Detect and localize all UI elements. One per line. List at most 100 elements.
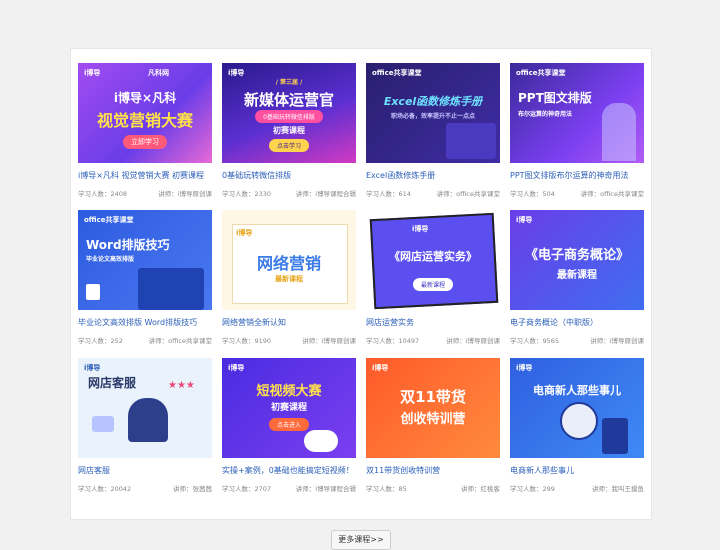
course-card[interactable]: i博导 《电子商务概论》 最新课程 电子商务概论（中职版） 学习人数：9565 …: [510, 210, 644, 345]
teacher-name: 讲师：红桃客: [461, 485, 500, 493]
learner-count: 学习人数：614: [366, 190, 411, 198]
course-title[interactable]: 网店运营实务: [366, 317, 500, 328]
person-illustration: [602, 103, 636, 161]
course-list-panel: i博导 凡科网 i博导×凡科 视觉营销大赛 立即学习 i博导×凡科 视觉营销大赛…: [70, 48, 652, 520]
teacher-name: 讲师：i博导课程合辑: [295, 485, 356, 493]
brand-logo: i博导: [516, 216, 533, 224]
clock-illustration: [560, 402, 598, 440]
course-card[interactable]: office共享课堂 Excel函数修炼手册 职场必备，效率提升不止一点点 Ex…: [366, 63, 500, 198]
thumb-headline: i博导×凡科: [113, 91, 177, 105]
course-thumbnail[interactable]: i博导 / 第三届 / 新媒体运营官 0基础玩转微信排版 初赛课程 点击学习: [222, 63, 356, 163]
teacher-name: 讲师：i博导原创课: [302, 337, 356, 345]
course-meta: 学习人数：299 讲师：我叫王摸鱼: [510, 483, 644, 493]
course-thumbnail[interactable]: i博导 网络营销 最新课程: [222, 210, 356, 310]
brand-logo: i博导: [84, 69, 101, 77]
partner-logo: 凡科网: [148, 69, 169, 77]
course-card[interactable]: office共享课堂 Word排版技巧 毕业论文高效排版 毕业论文高效排版 Wo…: [78, 210, 212, 345]
enter-button: 点击进入: [268, 418, 310, 431]
course-title[interactable]: Excel函数修炼手册: [366, 170, 500, 181]
course-card[interactable]: i博导 电商新人那些事儿 电商新人那些事儿 学习人数：299 讲师：我叫王摸鱼: [510, 358, 644, 493]
course-meta: 学习人数：252 讲师：office共享课堂: [78, 335, 212, 345]
course-card[interactable]: i博导 / 第三届 / 新媒体运营官 0基础玩转微信排版 初赛课程 点击学习 0…: [222, 63, 356, 198]
course-thumbnail[interactable]: i博导 双11带货 创收特训营: [366, 358, 500, 458]
course-meta: 学习人数：9565 讲师：i博导原创课: [510, 335, 644, 345]
thumb-headline: 网络营销: [256, 254, 321, 273]
course-title[interactable]: PPT图文排版布尔运算的神奇用法: [510, 170, 644, 181]
course-meta: 学习人数：614 讲师：office共享课堂: [366, 188, 500, 198]
learner-count: 学习人数：85: [366, 485, 407, 493]
teacher-name: 讲师：i博导课程合辑: [295, 190, 356, 198]
latest-course-tag: 最新课程: [412, 278, 454, 291]
thumb-headline-2: 初赛课程: [270, 403, 307, 413]
more-courses-button[interactable]: 更多课程>>: [331, 530, 391, 550]
course-title[interactable]: 实操+案例，0基础也能搞定短视频！: [222, 465, 356, 476]
thumb-subtitle: 职场必备，效率提升不止一点点: [390, 113, 475, 120]
teacher-name: 讲师：office共享课堂: [580, 190, 644, 198]
course-thumbnail[interactable]: office共享课堂 PPT图文排版 布尔运算的神奇用法: [510, 63, 644, 163]
cloud-illustration: [304, 430, 338, 452]
teacher-name: 讲师：office共享课堂: [148, 337, 212, 345]
thumb-subtitle: 毕业论文高效排版: [86, 256, 135, 263]
learner-count: 学习人数：9190: [222, 337, 272, 345]
course-card[interactable]: i博导 网店客服 ★★★ 网店客服 学习人数：20042 讲师：张茜茜: [78, 358, 212, 493]
thumb-headline-2: 视觉营销大赛: [96, 111, 193, 130]
teacher-name: 讲师：i博导原创课: [158, 190, 212, 198]
teacher-name: 讲师：我叫王摸鱼: [592, 485, 644, 493]
learner-count: 学习人数：9565: [510, 337, 560, 345]
thumb-headline-2: 初赛课程: [273, 126, 305, 135]
course-card[interactable]: i博导 双11带货 创收特训营 双11带货创收特训营 学习人数：85 讲师：红桃…: [366, 358, 500, 493]
course-meta: 学习人数：10497 讲师：i博导原创课: [366, 335, 500, 345]
course-thumbnail[interactable]: i博导 《网店运营实务》 最新课程: [366, 210, 500, 310]
thumb-tag: / 第三届 /: [275, 79, 303, 86]
teacher-name: 讲师：张茜茜: [173, 485, 212, 493]
course-title[interactable]: 双11带货创收特训营: [366, 465, 500, 476]
course-card[interactable]: i博导 短视频大赛 初赛课程 点击进入 实操+案例，0基础也能搞定短视频！ 学习…: [222, 358, 356, 493]
brand-logo: i博导: [228, 364, 245, 372]
learner-count: 学习人数：2408: [78, 190, 128, 198]
word-icon: [86, 284, 100, 300]
learner-count: 学习人数：10497: [366, 337, 420, 345]
thumb-subtitle: 最新课程: [275, 275, 303, 283]
course-title[interactable]: 网店客服: [78, 465, 212, 476]
course-card[interactable]: i博导 凡科网 i博导×凡科 视觉营销大赛 立即学习 i博导×凡科 视觉营销大赛…: [78, 63, 212, 198]
course-thumbnail[interactable]: office共享课堂 Word排版技巧 毕业论文高效排版: [78, 210, 212, 310]
brand-logo: i博导: [84, 364, 101, 372]
course-thumbnail[interactable]: i博导 电商新人那些事儿: [510, 358, 644, 458]
course-title[interactable]: 毕业论文高效排版 Word排版技巧: [78, 317, 212, 328]
agent-illustration: [128, 398, 168, 442]
thumb-headline-2: 创收特训营: [400, 412, 466, 427]
stars-decoration: ★★★: [168, 380, 195, 391]
course-thumbnail[interactable]: i博导 凡科网 i博导×凡科 视觉营销大赛 立即学习: [78, 63, 212, 163]
brand-logo: i博导: [412, 225, 429, 233]
thumb-headline: Excel函数修炼手册: [383, 95, 483, 108]
thumb-headline: Word排版技巧: [86, 238, 170, 252]
course-title[interactable]: 网络营销全新认知: [222, 317, 356, 328]
course-thumbnail[interactable]: office共享课堂 Excel函数修炼手册 职场必备，效率提升不止一点点: [366, 63, 500, 163]
thumb-headline: 新媒体运营官: [243, 91, 334, 109]
course-meta: 学习人数：20042 讲师：张茜茜: [78, 483, 212, 493]
course-title[interactable]: 0基础玩转微信排版: [222, 170, 356, 181]
course-card[interactable]: i博导 《网店运营实务》 最新课程 网店运营实务 学习人数：10497 讲师：i…: [366, 210, 500, 345]
course-thumbnail[interactable]: i博导 《电子商务概论》 最新课程: [510, 210, 644, 310]
course-title[interactable]: i博导×凡科 视觉营销大赛 初赛课程: [78, 170, 212, 181]
course-title[interactable]: 电商新人那些事儿: [510, 465, 644, 476]
learner-count: 学习人数：252: [78, 337, 123, 345]
learner-count: 学习人数：20042: [78, 485, 132, 493]
brand-logo: i博导: [236, 229, 253, 237]
course-card[interactable]: i博导 网络营销 最新课程 网络营销全新认知 学习人数：9190 讲师：i博导原…: [222, 210, 356, 345]
course-meta: 学习人数：9190 讲师：i博导原创课: [222, 335, 356, 345]
brand-logo: office共享课堂: [372, 69, 422, 77]
thumb-subtitle: 0基础玩转微信排版: [255, 110, 323, 123]
brand-logo: office共享课堂: [84, 216, 134, 224]
phone-illustration: [602, 418, 628, 454]
course-thumbnail[interactable]: i博导 网店客服 ★★★: [78, 358, 212, 458]
thumb-headline: 短视频大赛: [256, 384, 322, 399]
course-card[interactable]: office共享课堂 PPT图文排版 布尔运算的神奇用法 PPT图文排版布尔运算…: [510, 63, 644, 198]
course-thumbnail[interactable]: i博导 短视频大赛 初赛课程 点击进入: [222, 358, 356, 458]
teacher-name: 讲师：office共享课堂: [436, 190, 500, 198]
thumb-subtitle: 最新课程: [557, 270, 597, 281]
teacher-name: 讲师：i博导原创课: [590, 337, 644, 345]
learner-count: 学习人数：299: [510, 485, 555, 493]
learner-count: 学习人数：2707: [222, 485, 272, 493]
course-title[interactable]: 电子商务概论（中职版）: [510, 317, 644, 328]
